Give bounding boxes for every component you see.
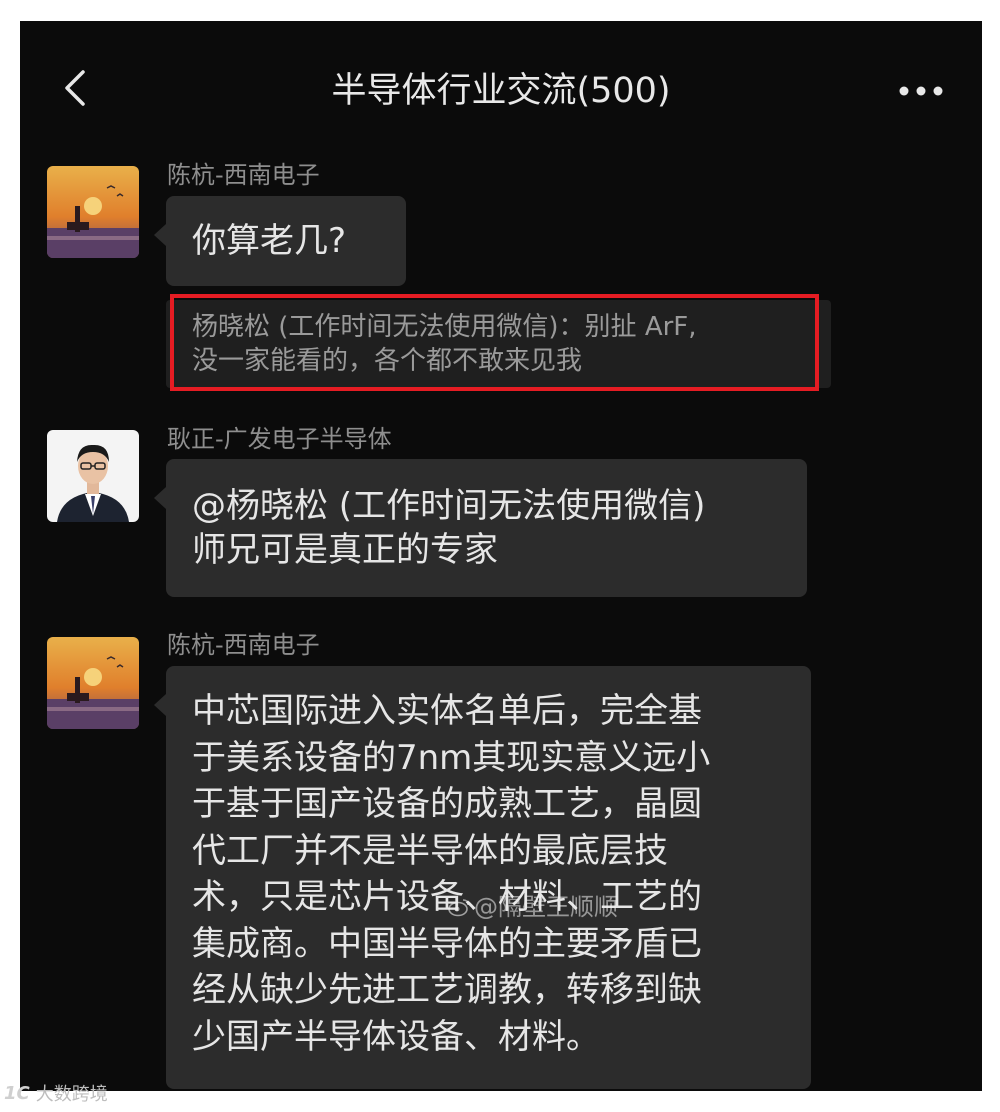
more-dots-icon <box>899 86 943 96</box>
message-bubble[interactable]: 你算老几? <box>154 196 406 286</box>
sunset-avatar-image <box>47 637 139 729</box>
chat-title: 半导体行业交流(500) <box>331 71 671 111</box>
weibo-icon <box>448 899 469 917</box>
portrait-avatar-image <box>47 430 139 522</box>
watermark-text: @隔壁王顺顺 <box>474 893 618 921</box>
avatar-sunset[interactable] <box>47 637 139 729</box>
source-logo: 1C <box>4 1082 30 1104</box>
top-bar: 半导体行业交流(500) <box>20 21 982 151</box>
message-text: 中芯国际进入实体名单后，完全基 于美系设备的7nm其现实意义远小 于基于国产设备… <box>192 691 711 1057</box>
message-bubble[interactable]: @杨晓松 (工作时间无法使用微信) 师兄可是真正的专家 <box>154 459 807 597</box>
message-text: @杨晓松 (工作时间无法使用微信) 师兄可是真正的专家 <box>192 486 706 570</box>
chat-window: 半导体行业交流(500) 陈杭-西南电子 你算老几? 杨晓松 (工作时间无法使用… <box>20 21 982 1091</box>
message-bubble[interactable]: 中芯国际进入实体名单后，完全基 于美系设备的7nm其现实意义远小 于基于国产设备… <box>154 666 811 1089</box>
more-button[interactable] <box>896 76 946 106</box>
sender-name: 陈杭-西南电子 <box>167 631 320 659</box>
sender-name: 陈杭-西南电子 <box>167 161 320 189</box>
avatar-portrait[interactable] <box>47 430 139 522</box>
avatar-sunset[interactable] <box>47 166 139 258</box>
sunset-avatar-image <box>47 166 139 258</box>
source-watermark: 1C 大数跨境 <box>4 1078 108 1108</box>
red-highlight-box <box>170 294 819 391</box>
sender-name: 耿正-广发电子半导体 <box>167 425 392 453</box>
weibo-watermark: @隔壁王顺顺 <box>448 893 618 921</box>
message-text: 你算老几? <box>192 221 347 261</box>
source-text: 大数跨境 <box>35 1084 108 1105</box>
